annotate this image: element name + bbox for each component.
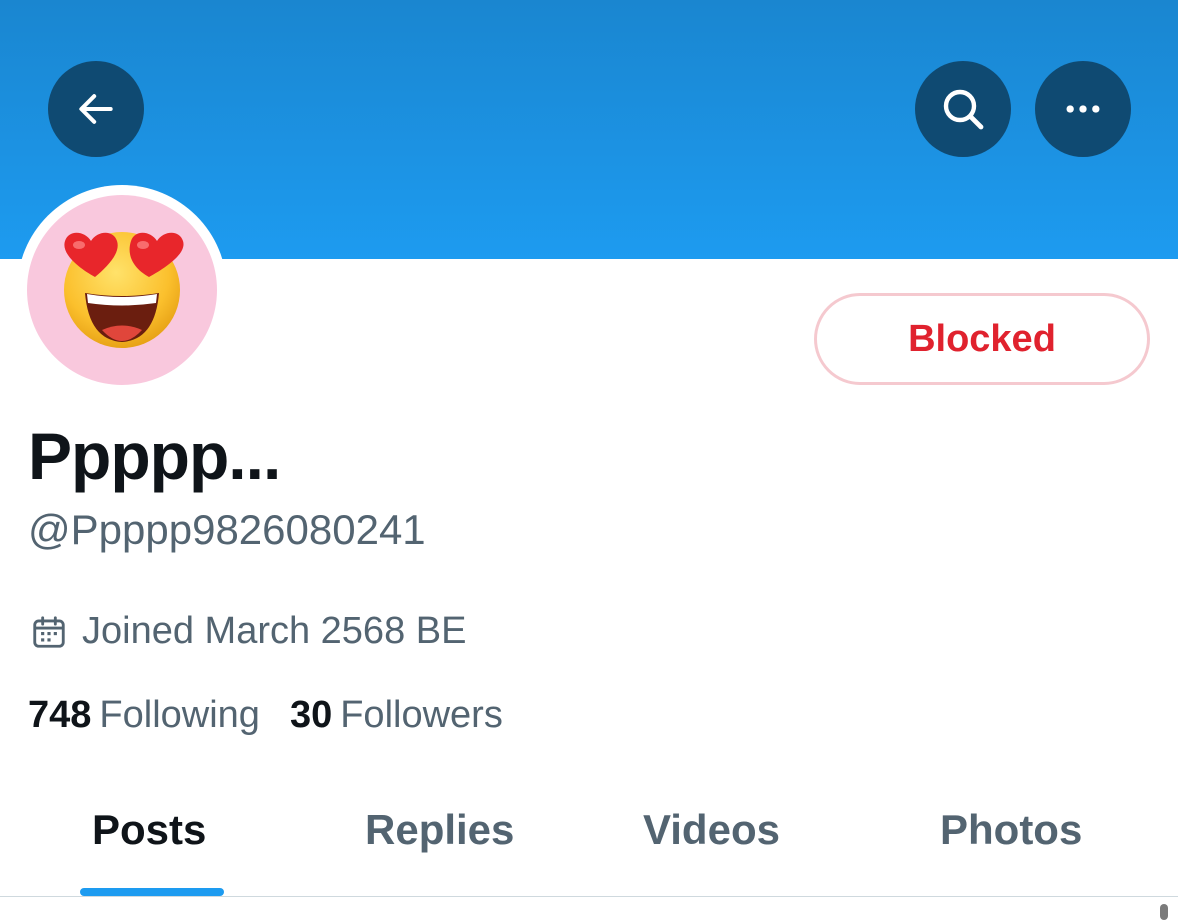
tab-photos[interactable]: Photos bbox=[940, 806, 1082, 854]
calendar-icon bbox=[33, 615, 65, 648]
followers-link[interactable]: 30 Followers bbox=[290, 694, 503, 737]
follow-stats: 748 Following 30 Followers bbox=[28, 694, 503, 737]
smiling-face-with-heart-eyes-icon bbox=[64, 232, 184, 348]
back-button[interactable] bbox=[48, 61, 144, 157]
user-handle: @Ppppp9826080241 bbox=[28, 506, 426, 553]
search-button[interactable] bbox=[915, 61, 1011, 157]
arrow-left-icon bbox=[79, 94, 113, 124]
search-icon bbox=[943, 89, 984, 130]
following-link[interactable]: 748 Following bbox=[28, 694, 260, 737]
following-label: Following bbox=[99, 694, 260, 736]
scrollbar[interactable] bbox=[1160, 904, 1168, 920]
tab-posts[interactable]: Posts bbox=[92, 806, 206, 854]
profile-tabs: Posts Replies Videos Photos bbox=[0, 780, 1178, 897]
blocked-button[interactable]: Blocked bbox=[814, 293, 1150, 385]
followers-label: Followers bbox=[340, 694, 503, 736]
joined-text: Joined March 2568 BE bbox=[82, 610, 467, 652]
following-count: 748 bbox=[28, 694, 92, 736]
tab-videos[interactable]: Videos bbox=[643, 806, 780, 854]
avatar[interactable] bbox=[27, 195, 217, 385]
blocked-label: Blocked bbox=[908, 317, 1056, 360]
more-options-button[interactable] bbox=[1035, 61, 1131, 157]
active-tab-indicator bbox=[80, 888, 224, 896]
followers-count: 30 bbox=[289, 694, 333, 736]
display-name: Ppppp... bbox=[28, 419, 281, 493]
more-horizontal-icon bbox=[1066, 105, 1100, 113]
joined-date: Joined March 2568 BE bbox=[30, 610, 466, 653]
tab-replies[interactable]: Replies bbox=[365, 806, 514, 854]
